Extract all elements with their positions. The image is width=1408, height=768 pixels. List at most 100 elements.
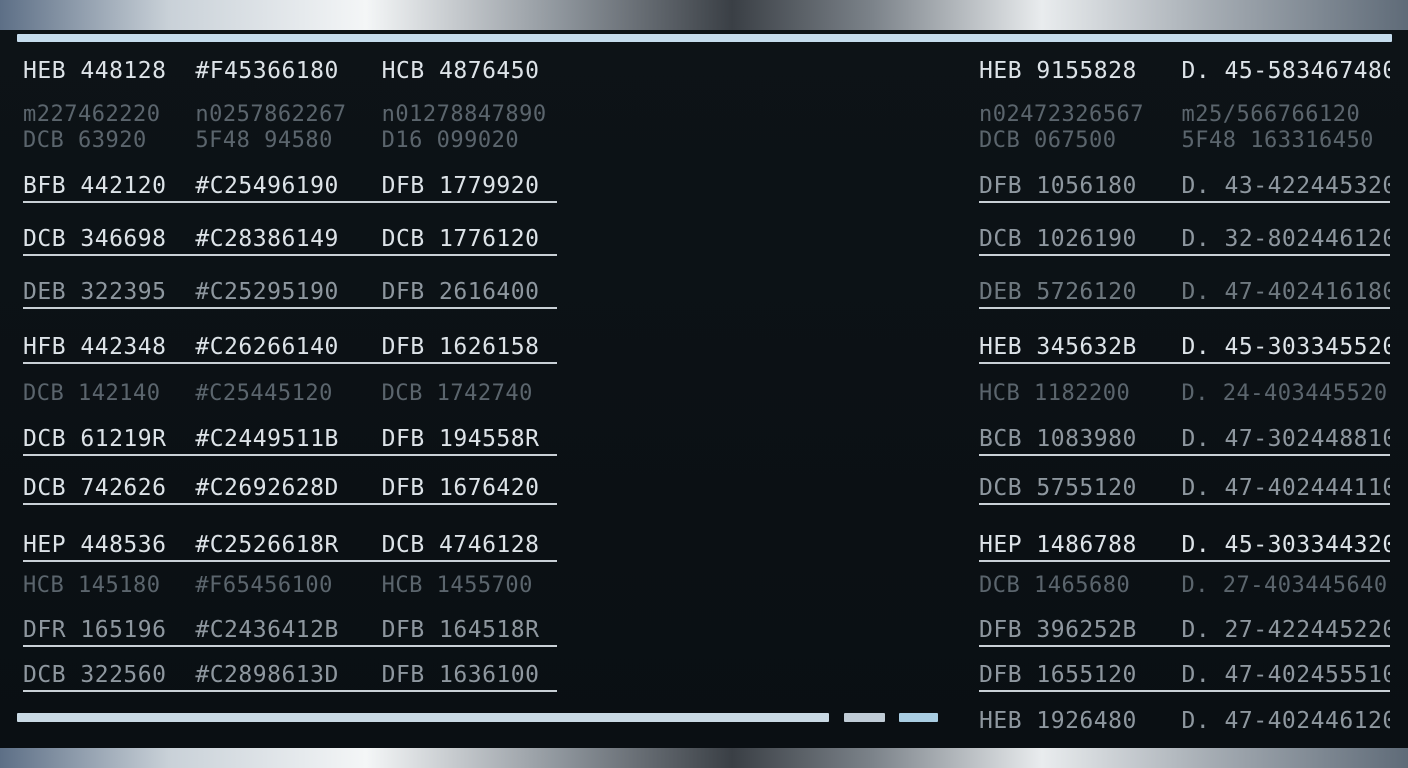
table-row: DCB 1026190 D. 32-802446120 (979, 224, 1390, 256)
hex-cell: #F45366180 (195, 58, 339, 84)
hex-cell: #C2898613D (195, 662, 339, 688)
code-cell: HCB 1182200 (979, 380, 1131, 406)
hex-cell: #C2449511B (195, 426, 339, 452)
monitor-bezel-bottom (0, 748, 1408, 768)
table-row: HCB 145180 #F65456100 HCB 1455700 (23, 570, 557, 600)
hex-cell: #C25496190 (195, 173, 339, 199)
value-cell: D. 47-402455510 (1181, 662, 1391, 688)
value-cell: D. 47-402446120 (1181, 708, 1391, 734)
code-cell: DEB 5726120 (979, 279, 1137, 305)
table-row: DCB 63920 5F48 94580 D16 099020 (23, 125, 557, 155)
code-cell: HEB 1926480 (979, 708, 1137, 734)
value-cell: D. 47-302448810 (1181, 426, 1391, 452)
hex-cell: #C25295190 (195, 279, 339, 305)
code-cell: DCB 1742740 (381, 380, 533, 406)
code-cell: DCB 067500 (979, 127, 1117, 153)
code-cell: DCB 1026190 (979, 226, 1137, 252)
code-cell: HEB 345632B (979, 334, 1137, 360)
table-row: HEP 1486788 D. 45-303344320 (979, 530, 1390, 562)
hex-cell: #F65456100 (195, 572, 333, 598)
table-row: DCB 067500 5F48 163316450 (979, 125, 1390, 155)
table-row: HCB 1182200 D. 24-403445520 (979, 378, 1390, 408)
value-cell: D. 27-403445640 (1181, 572, 1388, 598)
code-cell: HCB 4876450 (381, 58, 540, 84)
hex-cell: #C26266140 (195, 334, 339, 360)
value-cell: D. 32-802446120 (1181, 226, 1391, 252)
table-row: DEB 5726120 D. 47-402416180 (979, 277, 1390, 309)
code-cell: D16 099020 (381, 127, 520, 153)
hex-cell: n0257862267 (195, 101, 347, 127)
table-row: BFB 442120 #C25496190 DFB 1779920 (23, 171, 557, 203)
code-cell: HEB 448128 (23, 58, 167, 84)
code-cell: DFB 396252B (979, 617, 1137, 643)
code-cell: DFB 1056180 (979, 173, 1137, 199)
code-cell: DCB 5755120 (979, 475, 1137, 501)
code-cell: DFB 1636100 (381, 662, 540, 688)
table-row: DCB 1465680 D. 27-403445640 (979, 570, 1390, 600)
code-cell: DCB 346698 (23, 226, 167, 252)
code-cell: BCB 1083980 (979, 426, 1137, 452)
table-row: BCB 1083980 D. 47-302448810 (979, 424, 1390, 456)
code-cell: DCB 1776120 (381, 226, 540, 252)
code-cell: HFB 442348 (23, 334, 167, 360)
table-row: DCB 346698 #C28386149 DCB 1776120 (23, 224, 557, 256)
code-cell: DCB 61219R (23, 426, 167, 452)
code-cell: HEP 448536 (23, 532, 167, 558)
hex-cell: #C2692628D (195, 475, 339, 501)
header-rule (17, 34, 1392, 42)
code-cell: DFR 165196 (23, 617, 167, 643)
hex-cell: 5F48 94580 (195, 127, 333, 153)
table-row: DFB 1056180 D. 43-422445320 (979, 171, 1390, 203)
code-cell: n01278847890 (381, 101, 547, 127)
code-cell: DFB 1655120 (979, 662, 1137, 688)
code-cell: DFB 2616400 (381, 279, 540, 305)
code-cell: HCB 1455700 (381, 572, 533, 598)
code-cell: DCB 322560 (23, 662, 167, 688)
table-row: DEB 322395 #C25295190 DFB 2616400 (23, 277, 557, 309)
code-cell: BFB 442120 (23, 173, 167, 199)
code-cell: DFB 1676420 (381, 475, 540, 501)
code-cell: DFB 194558R (381, 426, 540, 452)
code-cell: DCB 1465680 (979, 572, 1131, 598)
code-cell: n02472326567 (979, 101, 1144, 127)
status-segment-accent (899, 713, 938, 722)
table-row: DFB 396252B D. 27-422445220 (979, 615, 1390, 647)
table-row: DCB 61219R #C2449511B DFB 194558R (23, 424, 557, 456)
progress-bar (17, 713, 829, 722)
code-cell: HCB 145180 (23, 572, 161, 598)
monitor-bezel-top (0, 0, 1408, 30)
table-row: DFB 1655120 D. 47-402455510 (979, 660, 1390, 692)
value-cell: D. 45-583467480 (1181, 58, 1391, 84)
value-cell: 5F48 163316450 (1181, 127, 1374, 153)
value-cell: D. 24-403445520 (1181, 380, 1388, 406)
code-cell: DCB 742626 (23, 475, 167, 501)
code-cell: DEB 322395 (23, 279, 167, 305)
table-row: DCB 322560 #C2898613D DFB 1636100 (23, 660, 557, 692)
value-cell: D. 45-303344320 (1181, 532, 1391, 558)
table-row: HEB 345632B D. 45-303345520 (979, 332, 1390, 364)
code-cell: m227462220 (23, 101, 161, 127)
table-row: HEB 1926480 D. 47-402446120 (979, 706, 1390, 736)
hex-cell: #C2526618R (195, 532, 339, 558)
hex-cell: #C25445120 (195, 380, 333, 406)
value-cell: D. 45-303345520 (1181, 334, 1391, 360)
value-cell: m25/566766120 (1181, 101, 1361, 127)
code-cell: DFB 164518R (381, 617, 540, 643)
code-cell: DCB 4746128 (381, 532, 540, 558)
table-row: DCB 742626 #C2692628D DFB 1676420 (23, 473, 557, 505)
code-cell: DFB 1779920 (381, 173, 540, 199)
code-cell: DCB 142140 (23, 380, 161, 406)
code-cell: DCB 63920 (23, 127, 147, 153)
table-row: DCB 142140 #C25445120 DCB 1742740 (23, 378, 557, 408)
table-row: DCB 5755120 D. 47-402444110 (979, 473, 1390, 505)
table-row: HEB 9155828 D. 45-583467480 (979, 56, 1390, 86)
status-segment (844, 713, 885, 722)
code-cell: HEB 9155828 (979, 58, 1137, 84)
table-row: HFB 442348 #C26266140 DFB 1626158 (23, 332, 557, 364)
value-cell: D. 47-402416180 (1181, 279, 1391, 305)
table-row: DFR 165196 #C2436412B DFB 164518R (23, 615, 557, 647)
table-row: HEP 448536 #C2526618R DCB 4746128 (23, 530, 557, 562)
code-cell: DFB 1626158 (381, 334, 540, 360)
code-cell: HEP 1486788 (979, 532, 1137, 558)
value-cell: D. 47-402444110 (1181, 475, 1391, 501)
